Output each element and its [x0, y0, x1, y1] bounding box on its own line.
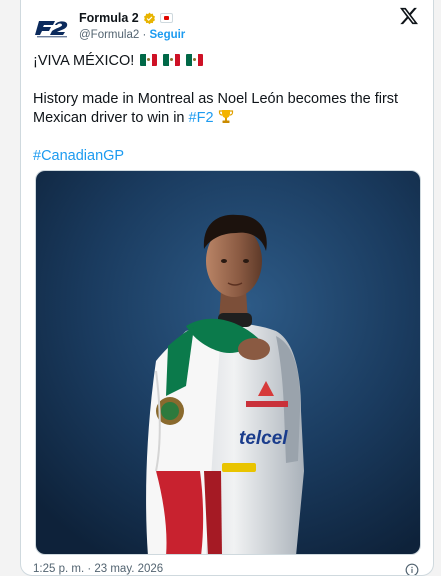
info-icon[interactable] — [405, 563, 419, 576]
separator: · — [142, 29, 147, 41]
x-logo-icon[interactable] — [399, 6, 419, 26]
svg-text:telcel: telcel — [239, 428, 288, 449]
tweet-line-1: ¡VIVA MÉXICO! — [33, 52, 419, 71]
display-name[interactable]: Formula 2 — [79, 11, 139, 25]
hashtag-canadiangp-link[interactable]: #CanadianGP — [33, 148, 124, 164]
hashtag-f2-link[interactable]: #F2 — [189, 110, 214, 126]
gold-verified-badge-icon — [143, 12, 155, 24]
trophy-icon — [218, 110, 233, 123]
tweet-headline: ¡VIVA MÉXICO! — [33, 53, 135, 69]
f2-logo-icon — [35, 21, 68, 38]
tweet-body: History made in Montreal as Noel León be… — [33, 91, 399, 126]
account-names: Formula 2 @Formula2 · Seguir — [79, 10, 185, 41]
follow-button[interactable]: Seguir — [150, 29, 186, 41]
tweet-line-3: #CanadianGP — [33, 147, 419, 166]
avatar[interactable] — [33, 8, 73, 48]
handle[interactable]: @Formula2 — [79, 29, 139, 41]
tweet-line-2: History made in Montreal as Noel León be… — [33, 90, 419, 128]
tweet-header: Formula 2 @Formula2 · Seguir — [33, 6, 421, 48]
tweet-card: Formula 2 @Formula2 · Seguir ¡VIVA MÉXIC… — [20, 0, 434, 576]
tweet-text: ¡VIVA MÉXICO! History made in Montreal a… — [33, 52, 419, 185]
driver-portrait-image: telcel — [36, 171, 420, 554]
mexico-flag-icon — [140, 54, 158, 66]
tweet-photo[interactable]: telcel — [35, 170, 421, 555]
tweet-footer: 1:25 p. m. · 23 may. 2026 — [33, 563, 421, 575]
timestamp-link[interactable]: 1:25 p. m. · 23 may. 2026 — [33, 563, 163, 575]
mexico-flag-icon — [186, 54, 204, 66]
mexico-flag-icon — [163, 54, 181, 66]
affiliate-flag-icon — [159, 13, 173, 23]
handle-row: @Formula2 · Seguir — [79, 29, 185, 41]
